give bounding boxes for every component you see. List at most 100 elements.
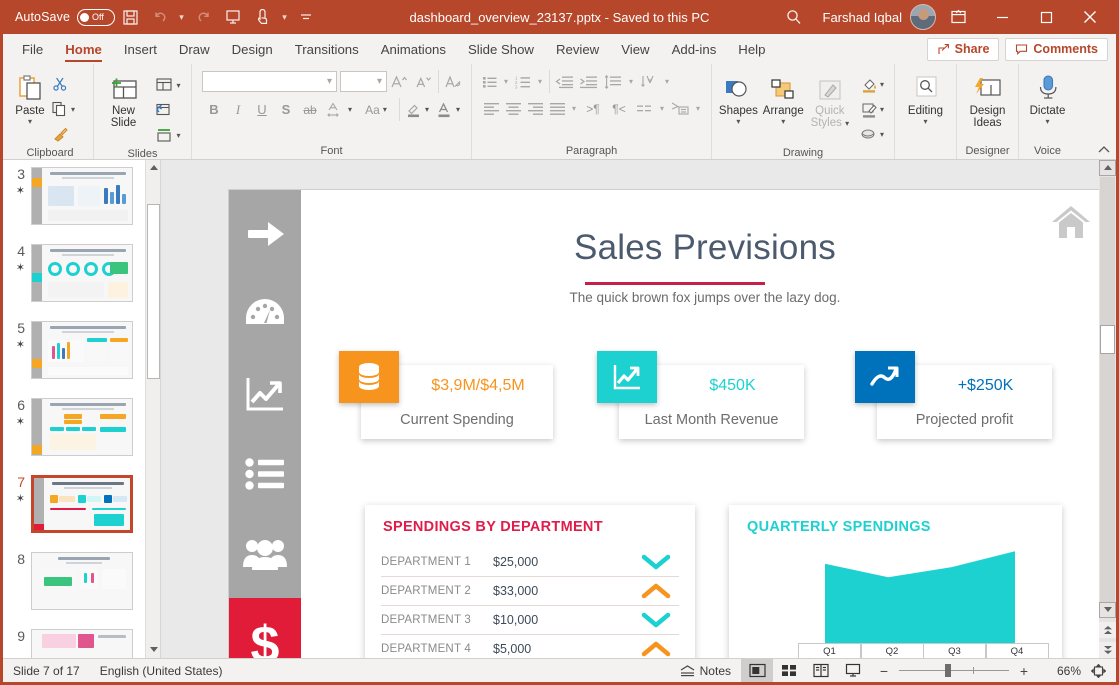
start-presentation-icon[interactable] xyxy=(218,4,248,30)
format-painter-button[interactable] xyxy=(47,122,73,146)
touch-mode-icon[interactable] xyxy=(248,4,278,30)
slide-scroll-down-button[interactable] xyxy=(1099,602,1116,618)
avatar[interactable] xyxy=(910,4,936,30)
tab-slide-show[interactable]: Slide Show xyxy=(457,34,545,64)
decrease-indent-button[interactable] xyxy=(549,70,575,93)
slide-icon-dollar[interactable]: $ xyxy=(229,598,301,658)
shape-outline-button[interactable]: ▾ xyxy=(854,97,890,121)
dictate-dropdown-icon[interactable]: ▾ xyxy=(1045,118,1049,125)
ribbon-display-options-icon[interactable] xyxy=(936,0,980,34)
page-subtitle[interactable]: The quick brown fox jumps over the lazy … xyxy=(309,290,1101,305)
thumbnail-image[interactable] xyxy=(31,552,133,610)
font-size-input[interactable]: ▾ xyxy=(340,71,387,92)
columns-layout-button[interactable] xyxy=(632,97,656,120)
minimize-button[interactable] xyxy=(980,0,1024,34)
align-left-button[interactable] xyxy=(480,97,502,120)
paste-button[interactable]: Paste ▾ xyxy=(13,70,47,125)
editing-button[interactable]: Editing ▾ xyxy=(899,70,952,125)
thumbnail-image[interactable] xyxy=(31,244,133,302)
align-right-button[interactable] xyxy=(524,97,546,120)
italic-button[interactable]: I xyxy=(226,98,250,121)
change-case-dropdown-icon[interactable]: ▾ xyxy=(383,106,387,113)
align-dropdown-icon[interactable]: ▾ xyxy=(568,105,580,112)
next-slide-button[interactable] xyxy=(1099,642,1116,658)
kpi-card-last-month-revenue[interactable]: $450K Last Month Revenue xyxy=(619,365,804,439)
slideshow-button[interactable] xyxy=(837,659,869,682)
increase-font-size-button[interactable] xyxy=(387,70,411,93)
slide-thumbnail-pane[interactable]: 3 ✶ 4 ✶ xyxy=(3,160,161,658)
arrange-button[interactable]: Arrange ▾ xyxy=(761,70,806,125)
font-name-dropdown-icon[interactable]: ▾ xyxy=(327,76,332,87)
table-row[interactable]: DEPARTMENT 2 $33,000 xyxy=(381,577,679,606)
tab-insert[interactable]: Insert xyxy=(113,34,168,64)
thumbnail-scrollbar-thumb[interactable] xyxy=(147,204,160,379)
text-direction-button[interactable] xyxy=(637,70,661,93)
slide-icon-bullet-list[interactable] xyxy=(229,438,301,510)
editing-dropdown-icon[interactable]: ▾ xyxy=(923,118,927,125)
font-name-input[interactable]: ▾ xyxy=(202,71,337,92)
convert-smartart-button[interactable] xyxy=(668,97,692,120)
cut-button[interactable] xyxy=(47,72,73,96)
table-row[interactable]: DEPARTMENT 1 $25,000 xyxy=(381,548,679,577)
columns-dropdown-icon[interactable]: ▾ xyxy=(656,105,668,112)
slide-scrollbar-thumb[interactable] xyxy=(1100,325,1115,354)
comments-button[interactable]: Comments xyxy=(1005,38,1108,61)
character-spacing-dropdown-icon[interactable]: ▾ xyxy=(348,106,352,113)
thumbnail-6[interactable]: 6 ✶ xyxy=(3,393,160,456)
normal-view-button[interactable] xyxy=(741,659,773,682)
line-spacing-button[interactable] xyxy=(601,70,625,93)
thumbnail-image-selected[interactable] xyxy=(31,475,133,533)
zoom-out-button[interactable]: − xyxy=(875,663,893,679)
highlight-dropdown-icon[interactable]: ▾ xyxy=(425,106,429,113)
redo-icon[interactable] xyxy=(188,4,218,30)
shape-fill-dropdown-icon[interactable]: ▾ xyxy=(880,81,884,88)
previous-slide-button[interactable] xyxy=(1099,622,1116,638)
undo-icon[interactable] xyxy=(145,4,175,30)
slide-scroll-up-button[interactable] xyxy=(1099,160,1116,176)
shapes-dropdown-icon[interactable]: ▾ xyxy=(736,118,740,125)
tab-file[interactable]: File xyxy=(11,34,54,64)
zoom-track[interactable] xyxy=(899,670,1009,671)
slide-icon-people[interactable] xyxy=(229,518,301,590)
section-dropdown-icon[interactable]: ▾ xyxy=(176,132,180,139)
text-highlight-button[interactable]: ▾ xyxy=(399,98,431,121)
paste-dropdown-icon[interactable]: ▾ xyxy=(28,118,32,125)
kpi-card-projected-profit[interactable]: +$250K Projected profit xyxy=(877,365,1052,439)
maximize-button[interactable] xyxy=(1024,0,1068,34)
table-row[interactable]: DEPARTMENT 4 $5,000 xyxy=(381,635,679,658)
table-row[interactable]: DEPARTMENT 3 $10,000 xyxy=(381,606,679,635)
zoom-handle[interactable] xyxy=(945,664,951,677)
thumbnail-9[interactable]: 9 xyxy=(3,624,160,658)
shape-effects-button[interactable]: ▾ xyxy=(854,122,890,146)
section-button[interactable]: ▾ xyxy=(149,123,187,147)
autosave-toggle[interactable]: Off xyxy=(77,9,115,26)
text-shadow-button[interactable]: S xyxy=(274,98,298,121)
strikethrough-button[interactable]: ab xyxy=(298,98,322,121)
tab-review[interactable]: Review xyxy=(545,34,610,64)
character-spacing-button[interactable]: ▾ xyxy=(322,98,356,121)
dictate-button[interactable]: Dictate ▾ xyxy=(1023,70,1072,125)
change-case-button[interactable]: Aa ▾ xyxy=(356,98,396,121)
user-name[interactable]: Farshad Iqbal xyxy=(823,10,903,25)
tab-view[interactable]: View xyxy=(610,34,660,64)
columns-button[interactable]: >¶ xyxy=(580,97,606,120)
fit-to-window-button[interactable] xyxy=(1081,659,1116,682)
touch-mode-dropdown-icon[interactable]: ▾ xyxy=(278,12,291,23)
notes-button[interactable]: Notes xyxy=(670,659,741,682)
tab-add-ins[interactable]: Add-ins xyxy=(661,34,728,64)
thumbnail-7[interactable]: 7 ✶ xyxy=(3,470,160,533)
arrange-dropdown-icon[interactable]: ▾ xyxy=(781,118,785,125)
slide-icon-gauge[interactable] xyxy=(229,278,301,350)
bullets-button[interactable] xyxy=(480,70,500,93)
thumbnail-5[interactable]: 5 ✶ xyxy=(3,316,160,379)
thumbnail-scroll-up-button[interactable] xyxy=(146,160,161,176)
text-direction-dropdown-icon[interactable]: ▾ xyxy=(661,78,673,85)
layout-dropdown-icon[interactable]: ▾ xyxy=(176,82,180,89)
bullets-dropdown-icon[interactable]: ▾ xyxy=(500,78,512,85)
spendings-by-department-panel[interactable]: SPENDINGS BY DEPARTMENT DEPARTMENT 1 $25… xyxy=(365,505,695,658)
customize-quick-access-icon[interactable] xyxy=(291,4,321,30)
numbering-button[interactable]: 123 xyxy=(512,70,534,93)
slide-editing-pane[interactable]: $ Sales Previsions The quick brown fox j… xyxy=(161,160,1116,658)
thumbnail-3[interactable]: 3 ✶ xyxy=(3,162,160,225)
thumbnail-image[interactable] xyxy=(31,167,133,225)
